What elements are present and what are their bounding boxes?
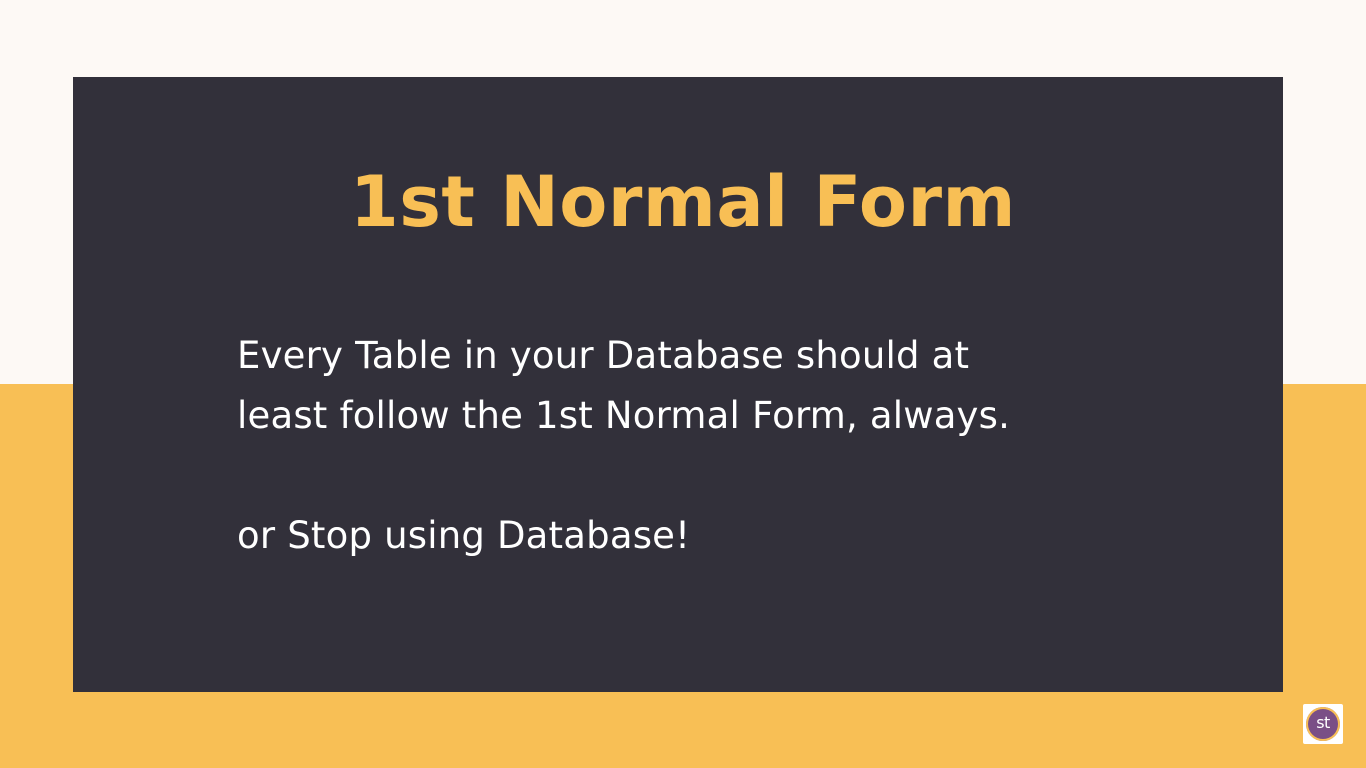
studytonight-logo-icon[interactable]: st bbox=[1303, 704, 1343, 744]
body-line-1: Every Table in your Database should at bbox=[237, 334, 970, 377]
body-line-2: least follow the 1st Normal Form, always… bbox=[237, 394, 1011, 437]
body-line-3: or Stop using Database! bbox=[237, 514, 691, 557]
slide-title: 1st Normal Form bbox=[350, 161, 1016, 243]
logo-text: st bbox=[1316, 713, 1330, 732]
